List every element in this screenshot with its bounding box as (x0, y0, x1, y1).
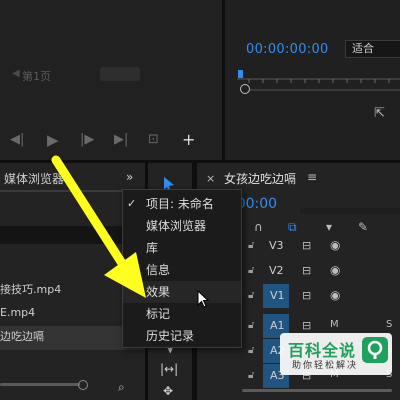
menu-item-history[interactable]: 历史记录 (123, 325, 241, 347)
watermark-brand-icon (362, 337, 388, 363)
add-button-icon[interactable]: + (182, 130, 195, 149)
page-prev-icon[interactable]: ◀ (12, 68, 20, 79)
timeline-zoom-slider[interactable] (242, 389, 392, 392)
track-v3[interactable]: 🔓︎ V3 ⊟ ◉ (242, 234, 400, 258)
menu-item-library[interactable]: 库 (123, 237, 241, 259)
lock-icon[interactable]: 🔓︎ (248, 265, 254, 276)
panel-overflow-button[interactable]: » (126, 170, 133, 184)
menu-item-markers[interactable]: 标记 (123, 303, 241, 325)
marker-icon[interactable]: ▾ (326, 220, 332, 234)
track-v2[interactable]: 🔓︎ V2 ⊟ ◉ (242, 259, 400, 283)
step-back-icon[interactable]: ◀| (10, 132, 24, 147)
file-name: 边吃边嗝 (0, 330, 44, 343)
search-icon[interactable]: ⌕ (118, 380, 125, 395)
eye-icon[interactable]: ◉ (330, 238, 340, 252)
sync-lock-icon[interactable]: ⊟ (302, 289, 311, 302)
play-icon[interactable]: ▶ (47, 131, 59, 149)
menu-item-label: 历史记录 (146, 329, 195, 343)
track-label: V1 (270, 289, 285, 302)
mouse-cursor-icon (197, 290, 210, 308)
zoom-scrollbar[interactable] (250, 89, 400, 91)
track-label: V3 (269, 239, 284, 252)
watermark-subtitle: 助你轻松解决 (292, 361, 359, 371)
page-label: 第1页 (22, 70, 51, 83)
slip-tool-icon[interactable]: |↔| (160, 362, 178, 376)
lock-icon[interactable]: 🔓︎ (248, 370, 254, 381)
panel-menu-icon[interactable]: ≡ (307, 170, 317, 184)
sync-lock-icon[interactable]: ⊟ (302, 319, 311, 332)
track-label: V2 (269, 264, 284, 277)
file-name: E.mp4 (0, 306, 36, 319)
fit-select[interactable]: 适合 (345, 40, 400, 58)
timeline-ruler[interactable] (300, 208, 400, 214)
menu-item-effects[interactable]: 效果 (123, 281, 241, 303)
menu-item-label: 媒体浏览器 (146, 219, 207, 233)
hand-tool-icon[interactable]: ✥ (163, 384, 173, 398)
zoom-handle[interactable] (240, 84, 250, 94)
file-name: 接技巧.mp4 (0, 283, 62, 296)
media-zoom-handle[interactable] (78, 380, 88, 390)
program-timecode[interactable]: 00:00:00:00 (246, 42, 329, 57)
watermark-logo: 百科全说 助你轻松解决 (280, 333, 392, 375)
menu-item-media-browser[interactable]: 媒体浏览器 (123, 215, 241, 237)
step-forward-icon[interactable]: |▶ (80, 132, 94, 147)
insert-icon[interactable]: ⊡ (148, 132, 159, 147)
menu-item-label: 库 (146, 241, 159, 255)
source-page-indicator[interactable]: ◀ 第1页 (12, 68, 102, 83)
export-frame-icon[interactable]: ⇱ (374, 106, 385, 121)
snap-icon[interactable]: ⧉ (288, 220, 297, 235)
source-scrollbar[interactable] (100, 67, 140, 81)
menu-item-label: 效果 (146, 285, 171, 299)
settings-wrench-icon[interactable]: ✎ (358, 220, 368, 234)
menu-item-label: 信息 (146, 263, 171, 277)
lock-icon[interactable]: 🔓︎ (248, 320, 254, 331)
checkmark-icon: ✓ (127, 197, 137, 210)
eye-icon[interactable]: ◉ (330, 263, 340, 277)
lock-icon[interactable]: 🔓︎ (248, 345, 254, 356)
solo-button[interactable]: S (386, 319, 392, 330)
sync-lock-icon[interactable]: ⊟ (302, 264, 311, 277)
menu-item-label: 标记 (146, 307, 171, 321)
panel-dropdown-menu: ✓ 项目: 未命名 媒体浏览器 库 信息 效果 标记 历史记录 (122, 189, 242, 348)
jump-end-icon[interactable]: ▶| (114, 132, 128, 147)
close-icon[interactable]: × (206, 172, 215, 185)
menu-item-project[interactable]: ✓ 项目: 未命名 (123, 193, 241, 215)
media-browser-tab[interactable]: 媒体浏览器 (4, 170, 64, 187)
program-playhead[interactable] (238, 70, 243, 78)
track-label: A1 (270, 319, 285, 332)
menu-item-info[interactable]: 信息 (123, 259, 241, 281)
track-v1[interactable]: 🔓︎ V1 ⊟ ◉ (242, 284, 400, 308)
sync-lock-icon[interactable]: ⊟ (302, 239, 311, 252)
nest-icon[interactable]: ∩ (254, 220, 263, 234)
media-zoom-slider[interactable] (0, 383, 80, 386)
media-path-input[interactable] (0, 226, 124, 244)
lock-icon[interactable]: 🔓︎ (248, 240, 254, 251)
sequence-tab-title[interactable]: 女孩边吃边嗝 (224, 170, 296, 187)
mute-button[interactable]: M (330, 319, 339, 330)
eye-icon[interactable]: ◉ (330, 288, 340, 302)
menu-item-label: 项目: 未命名 (146, 197, 214, 211)
lock-icon[interactable]: 🔓︎ (248, 290, 254, 301)
